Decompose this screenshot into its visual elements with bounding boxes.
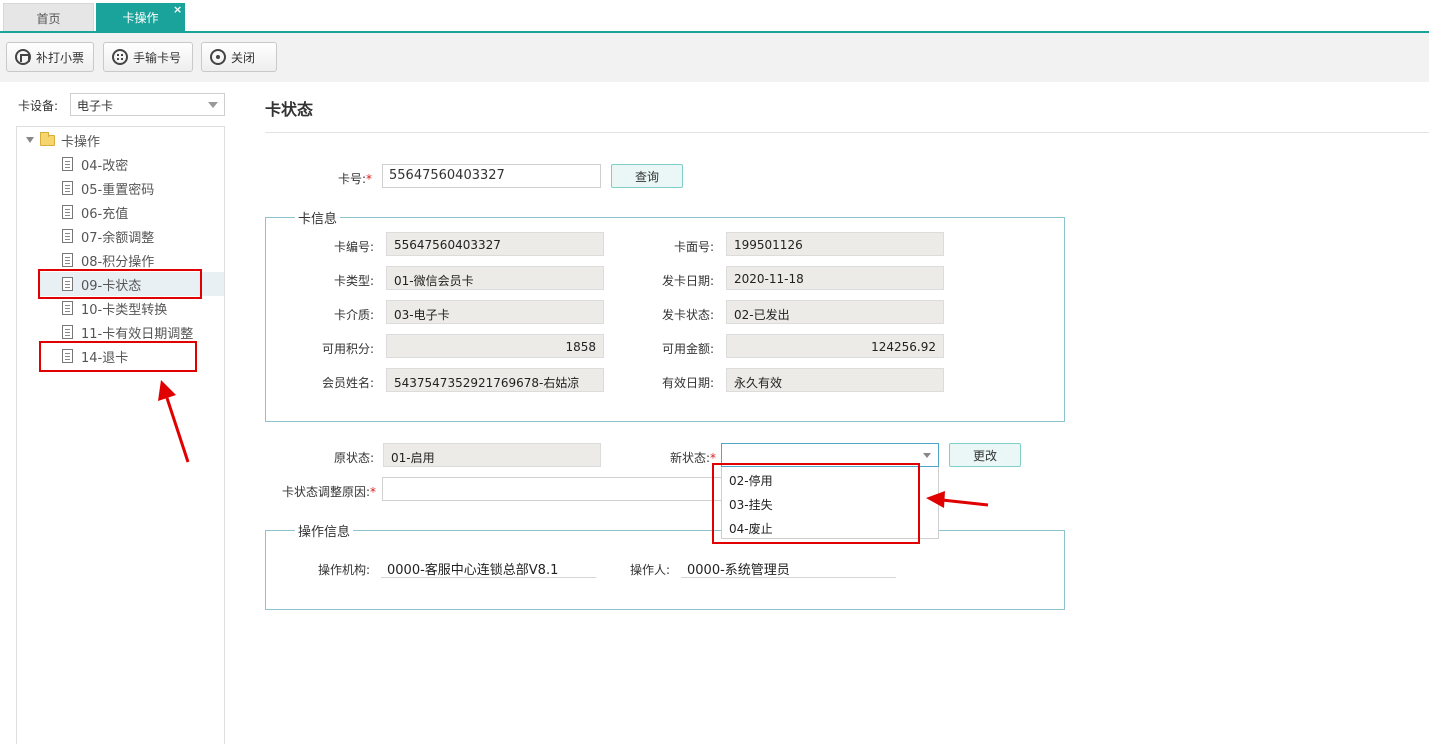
annotation-arrow-right [941,498,989,507]
annotation-arrows [158,380,989,508]
annotation-arrowhead-right [926,491,945,508]
annotation-arrowhead-left [158,380,176,401]
annotation-arrow-left [165,397,190,463]
